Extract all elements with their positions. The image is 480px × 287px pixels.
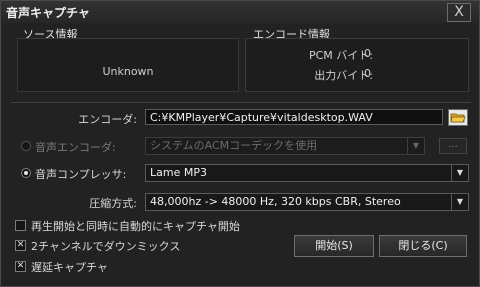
audio-compressor-value: Lame MP3 <box>150 166 207 179</box>
pcm-bytes-value: 0 <box>364 47 371 60</box>
chevron-down-icon: ▼ <box>407 138 424 154</box>
audio-compressor-label: 音声コンプレッサ: <box>35 168 127 181</box>
audio-encoder-radio[interactable] <box>21 141 31 151</box>
encoder-path-field[interactable]: C:¥KMPlayer¥Capture¥vitaldesktop.WAV <box>145 109 443 125</box>
audio-encoder-value: システムのACMコーデックを使用 <box>150 139 318 152</box>
close-button[interactable]: 閉じる(C) <box>379 235 467 257</box>
auto-capture-label: 再生開始と同時に自動的にキャプチャ開始 <box>31 220 240 233</box>
chevron-down-icon: ▼ <box>451 165 468 181</box>
audio-encoder-settings-button[interactable]: ... <box>439 138 467 154</box>
encoder-path-label: エンコーダ: <box>78 113 137 126</box>
audio-encoder-label: 音声エンコーダ: <box>35 141 116 154</box>
start-button[interactable]: 開始(S) <box>294 235 374 257</box>
audio-encoder-select[interactable]: システムのACMコーデックを使用 ▼ <box>145 137 425 155</box>
compression-value: 48,000hz -> 48000 Hz, 320 kbps CBR, Ster… <box>150 195 401 208</box>
compression-label: 圧縮方式: <box>89 197 137 210</box>
window-title: 音声キャプチャ <box>6 6 90 20</box>
output-bytes-value: 0 <box>364 67 371 80</box>
divider <box>11 102 471 103</box>
chevron-down-icon: ▼ <box>451 194 468 210</box>
source-value: Unknown <box>102 65 154 78</box>
folder-icon <box>450 113 466 123</box>
audio-compressor-select[interactable]: Lame MP3 ▼ <box>145 164 469 182</box>
folder-browse-button[interactable] <box>448 109 468 126</box>
downmix-checkbox[interactable]: ✕ <box>15 240 26 251</box>
downmix-label: 2チャンネルでダウンミックス <box>31 240 181 253</box>
delayed-capture-label: 遅延キャプチャ <box>31 261 108 274</box>
capture-dialog: 音声キャプチャ X ソース情報 Unknown エンコード情報 PCM バイト:… <box>0 0 480 287</box>
encode-info-panel: PCM バイト: 0 出力バイト: 0 <box>245 38 469 92</box>
compression-select[interactable]: 48,000hz -> 48000 Hz, 320 kbps CBR, Ster… <box>145 193 469 211</box>
auto-capture-checkbox[interactable] <box>15 220 26 231</box>
title-bar[interactable]: 音声キャプチャ X <box>1 1 479 23</box>
audio-compressor-radio[interactable] <box>21 168 31 178</box>
close-icon[interactable]: X <box>447 3 471 22</box>
source-info-panel: Unknown <box>17 38 239 92</box>
delayed-capture-checkbox[interactable]: ✕ <box>15 261 26 272</box>
